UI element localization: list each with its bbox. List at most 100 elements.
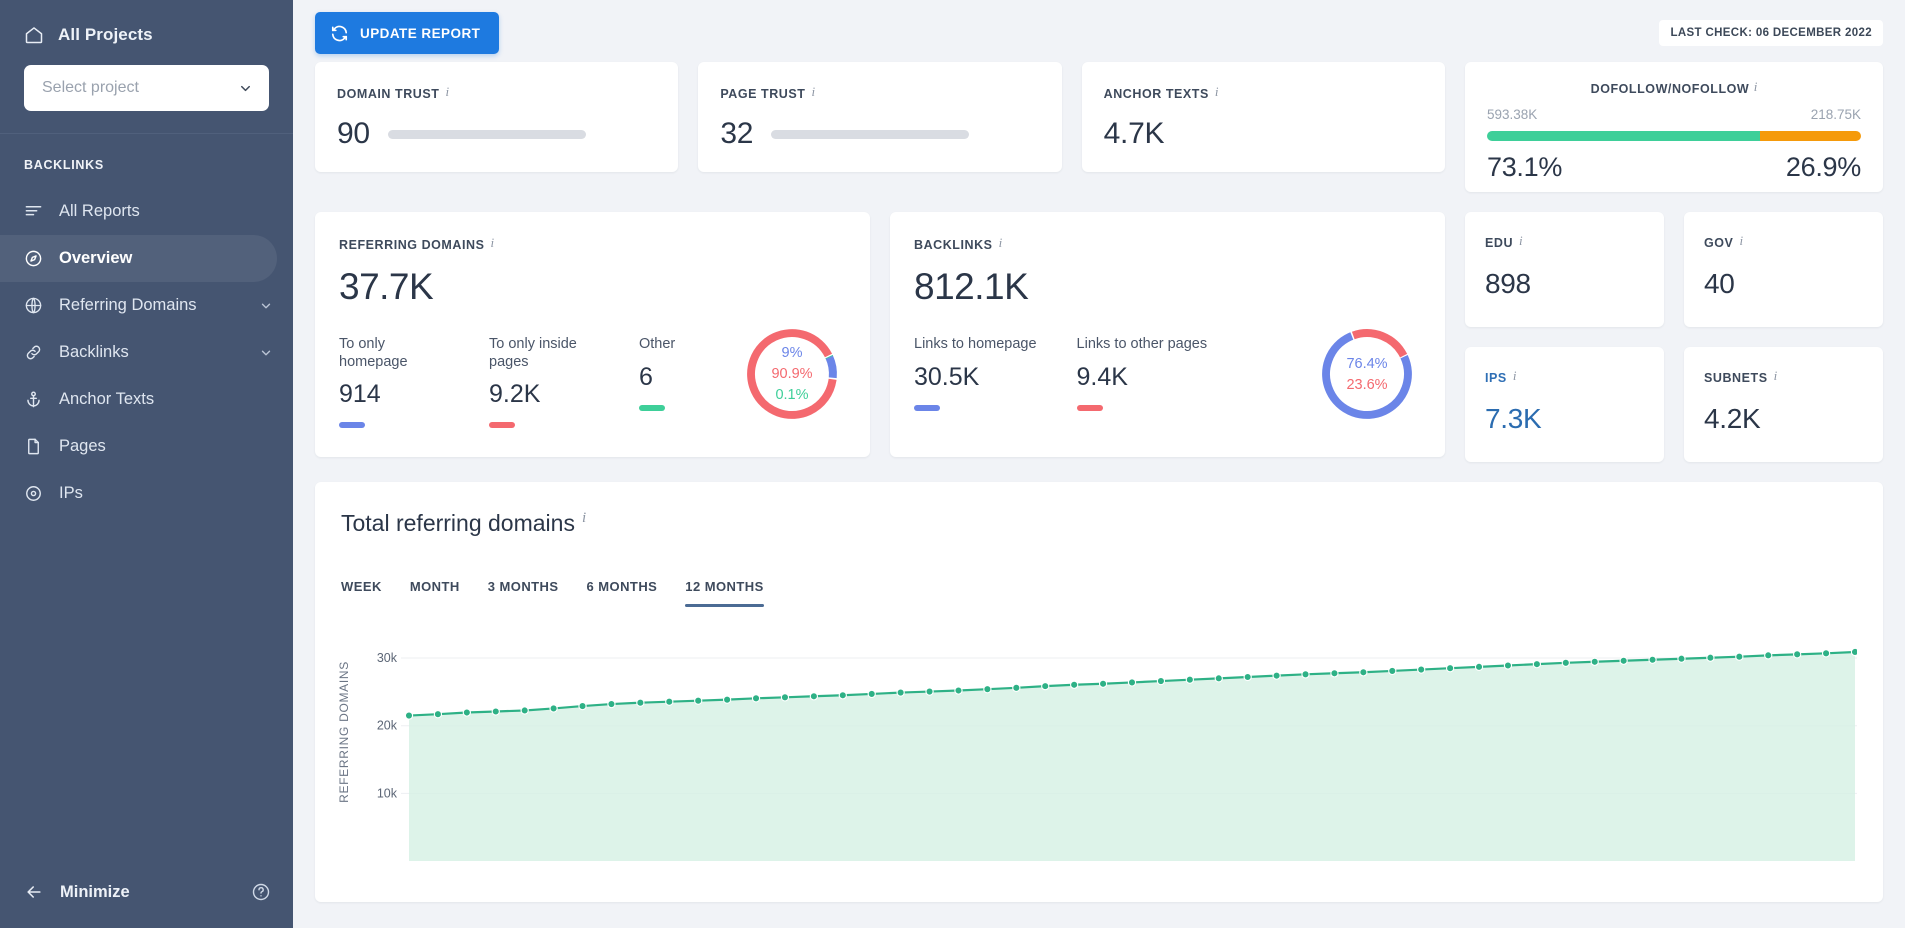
sidebar-footer: Minimize [0, 882, 293, 928]
tab-3-months[interactable]: 3 MONTHS [488, 579, 559, 607]
minimize-label[interactable]: Minimize [60, 883, 235, 902]
info-icon[interactable]: i [1215, 85, 1219, 98]
tab-week[interactable]: WEEK [341, 579, 382, 607]
mini-label: SUBNETS [1704, 371, 1768, 385]
project-select[interactable]: Select project [24, 65, 269, 111]
sidebar-item-label: Overview [59, 249, 133, 267]
info-icon[interactable]: i [1513, 369, 1517, 382]
tab-6-months[interactable]: 6 MONTHS [587, 579, 658, 607]
mini-card-edu[interactable]: EDU i 898 [1465, 212, 1664, 327]
all-projects-link[interactable]: All Projects [24, 18, 269, 52]
tab-12-months[interactable]: 12 MONTHS [685, 579, 765, 607]
chevron-down-icon[interactable] [259, 299, 273, 313]
kpi-label: ANCHOR TEXTS [1103, 87, 1209, 101]
area-chart-svg: 10k 20k 30k [377, 647, 1860, 861]
kpi-card-anchor-texts[interactable]: ANCHOR TEXTS i 4.7K [1081, 62, 1445, 172]
info-icon[interactable]: i [999, 236, 1003, 249]
bl-segment-swatch [914, 404, 940, 411]
detail-row: REFERRING DOMAINS i 37.7K To only homepa… [315, 212, 1883, 462]
rd-segment-label: Other [639, 336, 676, 352]
sidebar-item-label: All Reports [59, 202, 140, 220]
mini-cards-grid: EDU i 898 GOV i 40 IPS i 7.3K SUBNETS i … [1465, 212, 1883, 462]
arrow-left-icon[interactable] [24, 882, 44, 902]
update-report-button[interactable]: UPDATE REPORT [315, 12, 500, 54]
info-icon[interactable]: i [1754, 79, 1758, 94]
kpi-value-row: 4.7K [1104, 117, 1423, 151]
list-icon [24, 202, 43, 221]
sidebar-top: All Projects Select project [0, 0, 293, 111]
info-icon[interactable]: i [490, 236, 494, 249]
info-icon[interactable]: i [1774, 369, 1778, 382]
svg-text:20k: 20k [377, 719, 398, 733]
bl-label-wrap: BACKLINKS i [914, 236, 1003, 252]
compass-icon [24, 249, 43, 268]
sidebar-item-referring-domains[interactable]: Referring Domains [0, 282, 293, 329]
mini-label-wrap: IPS i [1485, 369, 1517, 385]
chart-title: Total referring domains [341, 510, 575, 536]
bl-segment: Links to other pages 9.4K [1076, 336, 1207, 411]
rd-segment-value: 6 [639, 362, 653, 391]
sidebar-section-title: BACKLINKS [24, 158, 104, 172]
chart-title-wrap: Total referring domains i [341, 510, 586, 537]
rd-label-wrap: REFERRING DOMAINS i [339, 236, 495, 252]
kpi-value-row: 32 [720, 117, 1039, 151]
update-report-label: UPDATE REPORT [360, 25, 481, 41]
mini-card-gov[interactable]: GOV i 40 [1684, 212, 1883, 327]
rd-segment-label: To only inside pages [489, 336, 577, 370]
bl-segment-value: 9.4K [1076, 362, 1128, 391]
backlinks-card[interactable]: BACKLINKS i 812.1K Links to homepage 30.… [890, 212, 1445, 457]
dofollow-nofollow-card[interactable]: DOFOLLOW/NOFOLLOW i 593.38K 218.75K 73.1… [1464, 62, 1883, 192]
chart-range-tabs: WEEK MONTH 3 MONTHS 6 MONTHS 12 MONTHS [341, 579, 1857, 607]
bl-donut-chart: 76.4% 23.6% [1313, 320, 1421, 428]
rd-segment: To only inside pages 9.2K [489, 336, 599, 429]
info-icon[interactable]: i [1739, 234, 1743, 247]
sidebar-item-all-reports[interactable]: All Reports [0, 188, 293, 235]
chart-y-axis-title: REFERRING DOMAINS [337, 661, 351, 803]
globe-icon [24, 296, 43, 315]
rd-segment-swatch [639, 404, 665, 411]
chart-plot-area: REFERRING DOMAINS 10k 20k 30k [337, 621, 1860, 861]
topbar: UPDATE REPORT LAST CHECK: 06 DECEMBER 20… [315, 0, 1883, 62]
anchor-icon [24, 390, 43, 409]
info-icon[interactable]: i [1519, 234, 1523, 247]
info-icon[interactable]: i [811, 85, 815, 98]
sidebar-nav: All Reports Overview Referring Domains B… [0, 188, 293, 517]
sidebar-item-label: IPs [59, 484, 83, 502]
progress-track [387, 129, 586, 139]
bl-segment-label: Links to homepage [914, 336, 1037, 352]
bl-breakdown: Links to homepage 30.5K Links to other p… [914, 329, 1421, 428]
mini-value: 40 [1704, 268, 1735, 299]
dofollow-count: 593.38K [1486, 107, 1538, 122]
sidebar-item-backlinks[interactable]: Backlinks [0, 329, 293, 376]
target-icon [24, 484, 43, 503]
info-icon[interactable]: i [445, 85, 449, 98]
rd-donut-pct: 90.9% [771, 366, 813, 382]
chart-canvas: 10k 20k 30k [367, 621, 1860, 861]
kpi-card-page-trust[interactable]: PAGE TRUST i 32 [698, 62, 1062, 172]
refresh-icon [330, 24, 349, 43]
mini-value: 4.2K [1704, 403, 1761, 434]
rd-segment-swatch [489, 422, 515, 429]
dofollow-percent: 73.1% [1486, 152, 1563, 182]
dofollow-counts: 593.38K 218.75K [1487, 107, 1861, 122]
sidebar-item-pages[interactable]: Pages [0, 423, 293, 470]
bl-segment-value: 30.5K [914, 362, 980, 391]
tab-month[interactable]: MONTH [410, 579, 460, 607]
kpi-card-domain-trust[interactable]: DOMAIN TRUST i 90 [315, 62, 679, 172]
page-icon [24, 437, 43, 456]
referring-domains-card[interactable]: REFERRING DOMAINS i 37.7K To only homepa… [315, 212, 870, 457]
rd-label: REFERRING DOMAINS [339, 238, 485, 252]
chevron-down-icon[interactable] [259, 346, 273, 360]
kpi-value: 90 [337, 117, 370, 150]
kpi-label-wrap: DOMAIN TRUST i [337, 85, 450, 101]
sidebar-item-anchor-texts[interactable]: Anchor Texts [0, 376, 293, 423]
dofollow-bar [1486, 131, 1861, 141]
mini-card-subnets[interactable]: SUBNETS i 4.2K [1684, 347, 1883, 462]
mini-card-ips[interactable]: IPS i 7.3K [1465, 347, 1664, 462]
help-circle-icon[interactable] [251, 882, 271, 902]
sidebar-item-ips[interactable]: IPs [0, 470, 293, 517]
sidebar-item-overview[interactable]: Overview [0, 235, 277, 282]
mini-label: GOV [1704, 236, 1734, 250]
info-icon[interactable]: i [582, 511, 586, 526]
progress-track [771, 129, 970, 139]
